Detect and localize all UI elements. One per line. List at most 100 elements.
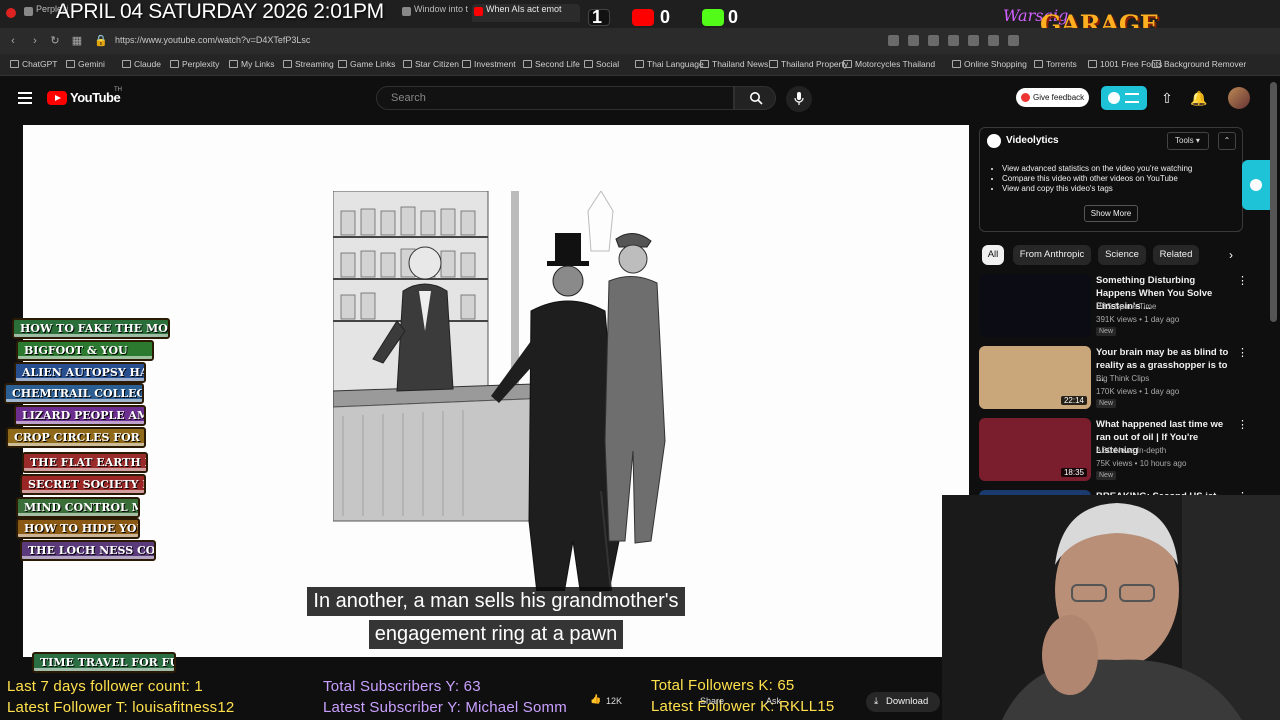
download-button[interactable]: ⤓ Download [866,692,940,712]
videolytics-panel: Videolytics Tools ▾ ⌃ View advanced stat… [979,127,1243,232]
bookmark-item[interactable]: Thai Language [635,59,704,69]
chip-science[interactable]: Science [1098,245,1146,265]
show-more-button[interactable]: Show More [1084,205,1138,222]
folder-icon [700,60,709,68]
forward-icon[interactable]: › [28,34,42,48]
overlay-book: TIME TRAVEL FOR FUN & PROFIT [32,652,176,673]
recommendation-item[interactable]: 18:35 What happened last time we ran out … [979,418,1249,486]
recommendation-item[interactable]: Something Disturbing Happens When You So… [979,274,1249,342]
bookmark-item[interactable]: My Links [229,59,275,69]
ask-button[interactable]: Ask [766,696,781,706]
bookmark-item[interactable]: Investment [462,59,516,69]
bookmark-label: Thailand News [712,59,769,69]
profile-icon[interactable] [1008,35,1019,46]
bookmark-item[interactable]: Streaming [283,59,334,69]
upload-icon[interactable]: ⇧ [1158,89,1176,107]
total-followers-k: Total Followers K: 65 [651,677,795,694]
video-meta: 75K views • 10 hours ago [1096,459,1187,468]
like-count[interactable]: 12K [606,696,622,706]
folder-icon [1034,60,1043,68]
chip-all[interactable]: All [982,245,1004,265]
video-player[interactable]: In another, a man sells his grandmother'… [23,125,969,657]
followers-7d: Last 7 days follower count: 1 [7,678,203,695]
videolytics-tools-button[interactable]: Tools ▾ [1167,132,1209,150]
kick-count: 0 [728,7,739,27]
account-avatar[interactable] [1228,87,1250,109]
overlay-book: MIND CONTROL MADE EASY [16,497,140,518]
bookmark-label: My Links [241,59,275,69]
share-button[interactable]: Share [700,696,724,706]
bookmark-label: Gemini [78,59,105,69]
bookmark-label: Star Citizen [415,59,459,69]
page-scrollbar[interactable] [1270,82,1277,322]
new-badge: New [1096,471,1117,480]
webcam-overlay [942,495,1280,720]
videolytics-toggle-button[interactable] [1101,86,1147,110]
folder-icon [122,60,131,68]
bookmark-item[interactable]: Gemini [66,59,105,69]
collapse-chevron-icon[interactable]: ⌃ [1218,132,1236,150]
chip-related[interactable]: Related [1153,245,1199,265]
chip-from-anthropic[interactable]: From Anthropic [1013,245,1091,265]
video-thumbnail[interactable]: 18:35 [979,418,1091,481]
extension-icon[interactable] [968,35,979,46]
feature-item: Compare this video with other videos on … [1002,174,1192,184]
bookmark-item[interactable]: Second Life [523,59,580,69]
recommendation-item[interactable]: 22:14 Your brain may be as blind to reali… [979,346,1249,414]
tab-grid-icon[interactable]: ▦ [70,34,84,48]
folder-icon [338,60,347,68]
search-button[interactable] [734,86,776,110]
browser-logo-icon [6,8,16,18]
bookmark-item[interactable]: Perplexity [170,59,219,69]
bookmark-item[interactable]: Online Shopping [952,59,1027,69]
folder-icon [523,60,532,68]
video-meta: 170K views • 1 day ago [1096,387,1180,396]
tab-window[interactable]: Window into th [400,4,468,22]
tab-active-video[interactable]: When AIs act emot [472,4,580,22]
more-options-icon[interactable]: ⋮ [1237,346,1248,359]
bookmark-item[interactable]: Thailand Property [769,59,848,69]
youtube-logo-text[interactable]: YouTube [70,90,121,105]
videolytics-title: Videolytics [1006,135,1059,146]
bookmark-item[interactable]: Game Links [338,59,395,69]
reload-icon[interactable]: ↻ [48,34,62,48]
like-icon[interactable]: 👍 [590,694,601,705]
folder-icon [170,60,179,68]
address-bar: ‹ › ↻ ▦ 🔒 https://www.youtube.com/watch?… [0,28,1280,54]
video-duration: 22:14 [1060,396,1087,405]
bookmark-item[interactable]: Star Citizen [403,59,459,69]
back-icon[interactable]: ‹ [6,34,20,48]
video-duration: 18:35 [1060,468,1087,477]
bookmark-item[interactable]: Motorcycles Thailand [843,59,935,69]
videolytics-side-tab[interactable] [1242,160,1270,210]
bookmark-item[interactable]: Background Remover [1152,59,1246,69]
notifications-bell-icon[interactable]: 🔔 [1190,89,1208,107]
favorite-icon[interactable] [948,35,959,46]
bookmark-label: Motorcycles Thailand [855,59,936,69]
bookmark-item[interactable]: Thailand News [700,59,768,69]
more-options-icon[interactable]: ⋮ [1237,418,1248,431]
bookmark-label: Claude [134,59,161,69]
youtube-logo-icon[interactable] [47,91,67,105]
video-thumbnail[interactable]: 22:14 [979,346,1091,409]
bookmark-item[interactable]: ChatGPT [10,59,57,69]
extension-icon[interactable] [908,35,919,46]
give-feedback-button[interactable]: Give feedback [1016,88,1089,107]
extension-icon[interactable] [888,35,899,46]
bookmark-label: Social [596,59,620,69]
bookmark-item[interactable]: Social [584,59,619,69]
extension-icon[interactable] [928,35,939,46]
menu-icon[interactable] [18,92,32,104]
extension-icon[interactable] [988,35,999,46]
bookmark-label: Second Life [535,59,580,69]
bookmark-item[interactable]: Claude [122,59,161,69]
chevron-right-icon[interactable]: › [1222,246,1240,264]
voice-search-button[interactable] [786,86,812,112]
more-options-icon[interactable]: ⋮ [1237,274,1248,287]
bookmark-item[interactable]: Torrents [1034,59,1077,69]
tab-favicon-icon [24,7,33,16]
url-field[interactable]: https://www.youtube.com/watch?v=D4XTefP3… [115,35,310,45]
video-thumbnail[interactable] [979,274,1091,337]
search-input[interactable] [376,86,734,110]
latest-subscriber-y: Latest Subscriber Y: Michael Somm [323,699,567,716]
